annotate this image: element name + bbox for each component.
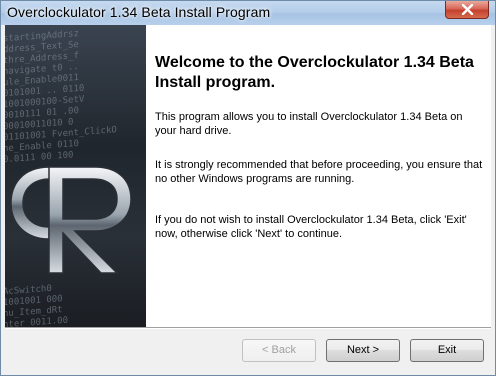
title-bar[interactable]: Overclockulator 1.34 Beta Install Progra… [1, 1, 495, 25]
recommendation-text: It is strongly recommended that before p… [155, 159, 483, 185]
pr-logo-icon [10, 166, 132, 274]
installer-window: Overclockulator 1.34 Beta Install Progra… [0, 0, 496, 376]
close-button[interactable] [445, 1, 489, 19]
intro-text: This program allows you to install Overc… [155, 111, 463, 137]
wizard-content: startingAddrsz ddress_Text_Se thre_Address… [5, 25, 491, 327]
next-button[interactable]: Next > [326, 339, 400, 362]
side-banner-image: startingAddrsz ddress_Text_Se thre_Address… [5, 25, 146, 327]
window-title: Overclockulator 1.34 Beta Install Progra… [7, 4, 271, 20]
welcome-heading: Welcome to the Overclockulator 1.34 Beta… [155, 54, 474, 91]
exit-button[interactable]: Exit [410, 339, 484, 362]
footer-divider [5, 327, 491, 329]
close-icon [461, 4, 474, 15]
instruction-text: If you do not wish to install Overclocku… [155, 214, 467, 240]
back-button[interactable]: < Back [242, 339, 316, 362]
